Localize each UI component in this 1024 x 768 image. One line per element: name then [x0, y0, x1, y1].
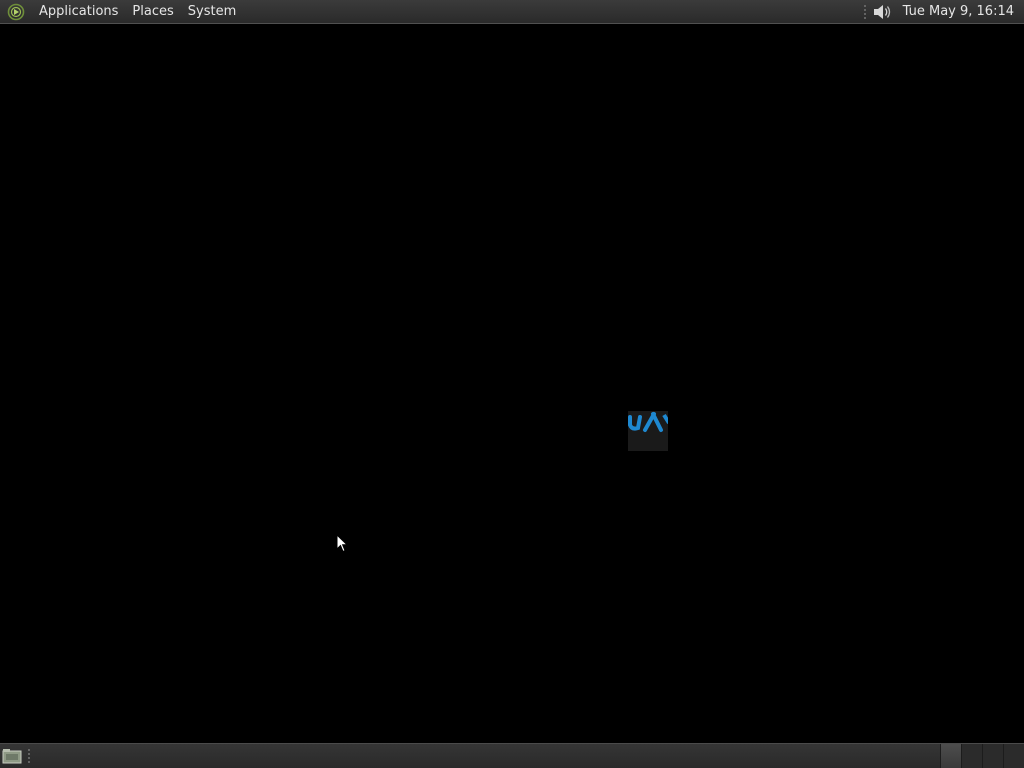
mouse-pointer-icon [336, 533, 349, 553]
splash-logo-image [628, 411, 668, 451]
workspace-4[interactable] [1003, 744, 1024, 768]
menu-applications[interactable]: Applications [32, 0, 125, 24]
menu-system[interactable]: System [181, 0, 243, 24]
desktop[interactable] [0, 24, 1024, 743]
top-panel: Applications Places System Tue May 9, 16… [0, 0, 1024, 24]
panel-drag-handle[interactable] [862, 3, 867, 20]
show-desktop-icon[interactable] [1, 747, 23, 765]
workspace-switcher [940, 744, 1024, 768]
panel-drag-handle[interactable] [27, 748, 31, 764]
bottom-panel [0, 743, 1024, 768]
workspace-3[interactable] [982, 744, 1003, 768]
distro-logo-icon[interactable] [6, 2, 26, 22]
menu-places[interactable]: Places [125, 0, 180, 24]
panel-tray: Tue May 9, 16:14 [859, 0, 1024, 24]
workspace-1[interactable] [940, 744, 961, 768]
workspace-2[interactable] [961, 744, 982, 768]
speaker-volume-icon[interactable] [871, 2, 893, 22]
clock[interactable]: Tue May 9, 16:14 [899, 4, 1024, 19]
